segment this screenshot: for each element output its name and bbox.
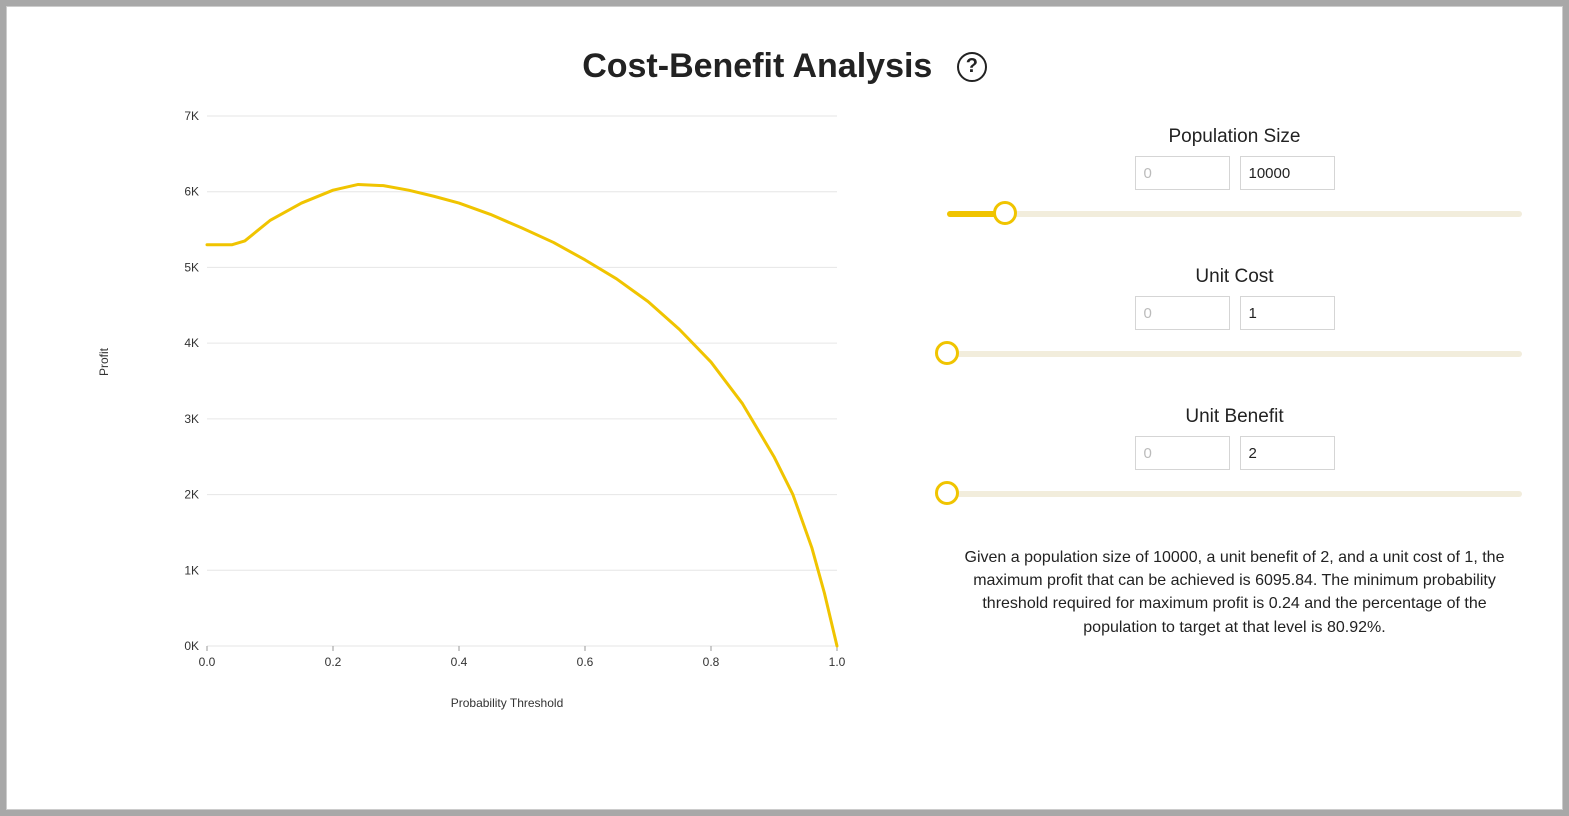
unit-benefit-min-input[interactable] — [1135, 436, 1230, 470]
unit-cost-value-input[interactable] — [1240, 296, 1335, 330]
slider-handle[interactable] — [993, 201, 1017, 225]
unit-benefit-slider[interactable] — [947, 482, 1522, 506]
svg-text:0K: 0K — [184, 639, 199, 653]
population-size-control: Population Size — [947, 126, 1522, 226]
unit-benefit-label: Unit Benefit — [947, 406, 1522, 428]
y-axis-label: Profit — [97, 348, 111, 376]
help-icon[interactable]: ? — [957, 52, 987, 82]
svg-text:0.0: 0.0 — [199, 655, 216, 669]
svg-text:2K: 2K — [184, 488, 199, 502]
unit-cost-slider[interactable] — [947, 342, 1522, 366]
chart-area: Profit 0K 1K 2K 3K 4K 5K 6K 7K 0.0 0.2 0.4 0.6 0.8 1.… — [87, 106, 907, 706]
unit-cost-control: Unit Cost — [947, 266, 1522, 366]
x-axis-label: Probability Threshold — [127, 696, 887, 710]
svg-text:6K: 6K — [184, 185, 199, 199]
svg-text:0.2: 0.2 — [325, 655, 342, 669]
population-size-slider[interactable] — [947, 202, 1522, 226]
svg-text:5K: 5K — [184, 260, 199, 274]
svg-text:3K: 3K — [184, 412, 199, 426]
population-size-min-input[interactable] — [1135, 156, 1230, 190]
cost-benefit-panel: Cost-Benefit Analysis ? Profit 0K 1K 2K 3K 4… — [6, 6, 1563, 810]
title-row: Cost-Benefit Analysis ? — [7, 7, 1562, 86]
svg-text:1.0: 1.0 — [829, 655, 846, 669]
svg-text:7K: 7K — [184, 109, 199, 123]
unit-cost-label: Unit Cost — [947, 266, 1522, 288]
unit-cost-min-input[interactable] — [1135, 296, 1230, 330]
unit-benefit-value-input[interactable] — [1240, 436, 1335, 470]
svg-text:0.6: 0.6 — [577, 655, 594, 669]
controls-panel: Population Size Unit Cost — [907, 106, 1522, 706]
profit-line-chart: 0K 1K 2K 3K 4K 5K 6K 7K 0.0 0.2 0.4 0.6 0.8 1.0 — [167, 106, 847, 686]
svg-text:4K: 4K — [184, 336, 199, 350]
slider-handle[interactable] — [935, 341, 959, 365]
svg-text:0.4: 0.4 — [451, 655, 468, 669]
population-size-value-input[interactable] — [1240, 156, 1335, 190]
explanation-text: Given a population size of 10000, a unit… — [947, 546, 1522, 639]
svg-text:0.8: 0.8 — [703, 655, 720, 669]
population-size-label: Population Size — [947, 126, 1522, 148]
page-title: Cost-Benefit Analysis — [582, 47, 932, 86]
unit-benefit-control: Unit Benefit — [947, 406, 1522, 506]
svg-text:1K: 1K — [184, 563, 199, 577]
slider-handle[interactable] — [935, 481, 959, 505]
